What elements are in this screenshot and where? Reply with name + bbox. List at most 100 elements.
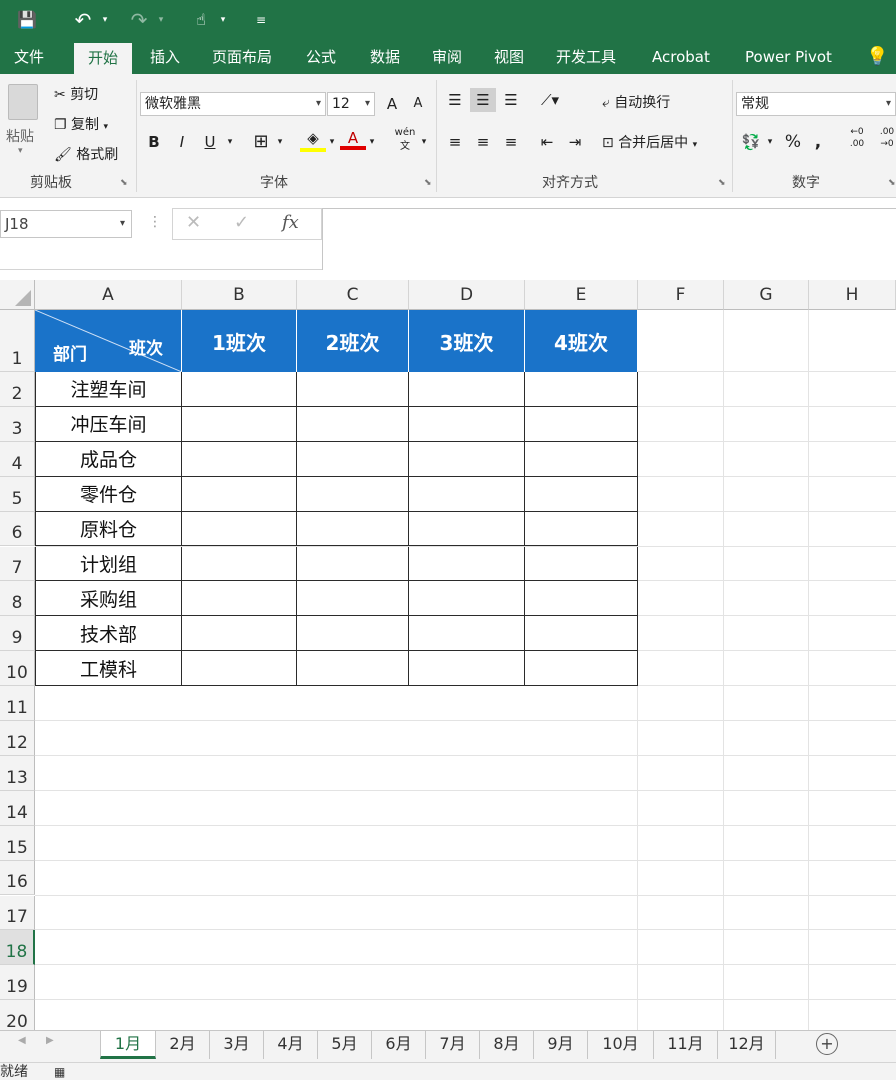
data-cell[interactable] bbox=[297, 616, 409, 652]
percent-button[interactable]: % bbox=[782, 130, 804, 154]
column-header-e[interactable]: E bbox=[525, 280, 638, 310]
data-cell[interactable] bbox=[409, 406, 525, 442]
data-cell[interactable] bbox=[297, 546, 409, 582]
data-cell[interactable] bbox=[525, 406, 638, 442]
font-color-icon[interactable]: A bbox=[340, 126, 366, 150]
paste-button[interactable]: 粘贴 bbox=[6, 126, 34, 146]
align-center-icon[interactable]: ≡ bbox=[472, 130, 494, 154]
data-cell[interactable] bbox=[297, 441, 409, 477]
row-header-4[interactable]: 4 bbox=[0, 441, 35, 477]
sheet-tab[interactable]: 3月 bbox=[210, 1031, 264, 1059]
row-header-13[interactable]: 13 bbox=[0, 755, 35, 791]
tab-file[interactable]: 文件 bbox=[14, 40, 44, 74]
data-cell[interactable] bbox=[182, 476, 297, 512]
data-cell[interactable] bbox=[409, 441, 525, 477]
orientation-icon[interactable]: ⟋▾ bbox=[536, 88, 564, 112]
department-cell[interactable]: 工模科 bbox=[35, 651, 182, 687]
data-cell[interactable] bbox=[297, 511, 409, 547]
wrap-text-button[interactable]: ⤶ 自动换行 bbox=[602, 92, 670, 112]
department-cell[interactable]: 技术部 bbox=[35, 616, 182, 652]
column-header-h[interactable]: H bbox=[809, 280, 896, 310]
data-cell[interactable] bbox=[525, 511, 638, 547]
data-cell[interactable] bbox=[297, 581, 409, 617]
shift-header-cell[interactable]: 4班次 bbox=[525, 310, 638, 372]
italic-button[interactable]: I bbox=[172, 130, 192, 154]
data-cell[interactable] bbox=[525, 546, 638, 582]
tab-developer[interactable]: 开发工具 bbox=[556, 40, 616, 74]
tab-insert[interactable]: 插入 bbox=[150, 40, 180, 74]
row-header-9[interactable]: 9 bbox=[0, 616, 35, 652]
row-header-6[interactable]: 6 bbox=[0, 511, 35, 547]
phonetic-dropdown-icon[interactable]: ▾ bbox=[418, 130, 430, 154]
shift-header-cell[interactable]: 3班次 bbox=[409, 310, 525, 372]
row-header-12[interactable]: 12 bbox=[0, 721, 35, 756]
sheet-tab[interactable]: 12月 bbox=[718, 1031, 776, 1059]
column-header-b[interactable]: B bbox=[182, 280, 297, 310]
data-cell[interactable] bbox=[297, 372, 409, 407]
worksheet-grid[interactable]: ABCDEFGH 1 2 3 4 5 6 7 8 9 10 11 12 13 14 15 16 17 18 19 20… bbox=[0, 280, 896, 1036]
data-cell[interactable] bbox=[182, 546, 297, 582]
redo-dropdown-icon[interactable]: ▾ bbox=[154, 8, 168, 32]
data-cell[interactable] bbox=[525, 372, 638, 407]
paste-dropdown-icon[interactable]: ▾ bbox=[18, 146, 23, 156]
department-cell[interactable]: 采购组 bbox=[35, 581, 182, 617]
row-header-16[interactable]: 16 bbox=[0, 860, 35, 896]
column-header-d[interactable]: D bbox=[409, 280, 525, 310]
shrink-font-button[interactable]: A bbox=[408, 92, 428, 116]
redo-icon[interactable]: ↷ bbox=[126, 8, 152, 32]
font-color-dropdown-icon[interactable]: ▾ bbox=[366, 130, 378, 154]
data-cell[interactable] bbox=[525, 476, 638, 512]
insert-function-button[interactable]: fx bbox=[282, 212, 299, 233]
data-cell[interactable] bbox=[409, 581, 525, 617]
fill-color-icon[interactable]: ◈ bbox=[300, 126, 326, 152]
fill-color-dropdown-icon[interactable]: ▾ bbox=[326, 130, 338, 154]
data-cell[interactable] bbox=[525, 581, 638, 617]
tab-review[interactable]: 审阅 bbox=[432, 40, 462, 74]
alignment-launcher-icon[interactable]: ⬊ bbox=[718, 178, 726, 188]
tab-power-pivot[interactable]: Power Pivot bbox=[745, 40, 832, 74]
column-header-g[interactable]: G bbox=[724, 280, 809, 310]
sheet-tab[interactable]: 9月 bbox=[534, 1031, 588, 1059]
data-cell[interactable] bbox=[182, 511, 297, 547]
data-cell[interactable] bbox=[182, 441, 297, 477]
column-header-c[interactable]: C bbox=[297, 280, 409, 310]
data-cell[interactable] bbox=[525, 616, 638, 652]
undo-icon[interactable]: ↶ bbox=[70, 8, 96, 32]
shift-header-cell[interactable]: 2班次 bbox=[297, 310, 409, 372]
data-cell[interactable] bbox=[409, 546, 525, 582]
increase-indent-icon[interactable]: ⇥ bbox=[564, 130, 586, 154]
bold-button[interactable]: B bbox=[144, 130, 164, 154]
column-header-f[interactable]: F bbox=[638, 280, 724, 310]
row-header-11[interactable]: 11 bbox=[0, 686, 35, 721]
align-bottom-icon[interactable]: ☰ bbox=[500, 88, 522, 112]
sheet-tab[interactable]: 1月 bbox=[100, 1031, 156, 1059]
row-header-1[interactable]: 1 bbox=[0, 310, 35, 372]
touch-mode-icon[interactable]: ☝ bbox=[188, 8, 214, 32]
align-right-icon[interactable]: ≡ bbox=[500, 130, 522, 154]
underline-button[interactable]: U bbox=[200, 130, 220, 154]
data-cell[interactable] bbox=[525, 441, 638, 477]
undo-dropdown-icon[interactable]: ▾ bbox=[98, 8, 112, 32]
sheet-tab[interactable]: 2月 bbox=[156, 1031, 210, 1059]
tab-page-layout[interactable]: 页面布局 bbox=[212, 40, 272, 74]
font-name-select[interactable]: 微软雅黑 ▾ bbox=[140, 92, 326, 116]
comma-button[interactable]: , bbox=[810, 130, 826, 154]
shift-header-cell[interactable]: 1班次 bbox=[182, 310, 297, 372]
header-corner-cell[interactable]: 班次 部门 bbox=[35, 310, 182, 372]
font-size-select[interactable]: 12 ▾ bbox=[327, 92, 375, 116]
row-header-3[interactable]: 3 bbox=[0, 406, 35, 442]
department-cell[interactable]: 注塑车间 bbox=[35, 372, 182, 407]
grow-font-button[interactable]: A bbox=[382, 92, 402, 116]
data-cell[interactable] bbox=[182, 616, 297, 652]
data-cell[interactable] bbox=[182, 372, 297, 407]
increase-decimal-icon[interactable]: ←0.00 bbox=[846, 126, 868, 150]
data-cell[interactable] bbox=[182, 651, 297, 687]
tell-me-lightbulb-icon[interactable]: 💡 bbox=[866, 40, 888, 74]
data-cell[interactable] bbox=[525, 651, 638, 687]
clipboard-launcher-icon[interactable]: ⬊ bbox=[120, 178, 128, 188]
data-cell[interactable] bbox=[297, 406, 409, 442]
tab-data[interactable]: 数据 bbox=[370, 40, 400, 74]
scroll-right-icon[interactable]: ▶ bbox=[46, 1035, 54, 1046]
formula-input[interactable] bbox=[322, 208, 896, 270]
font-launcher-icon[interactable]: ⬊ bbox=[424, 178, 432, 188]
